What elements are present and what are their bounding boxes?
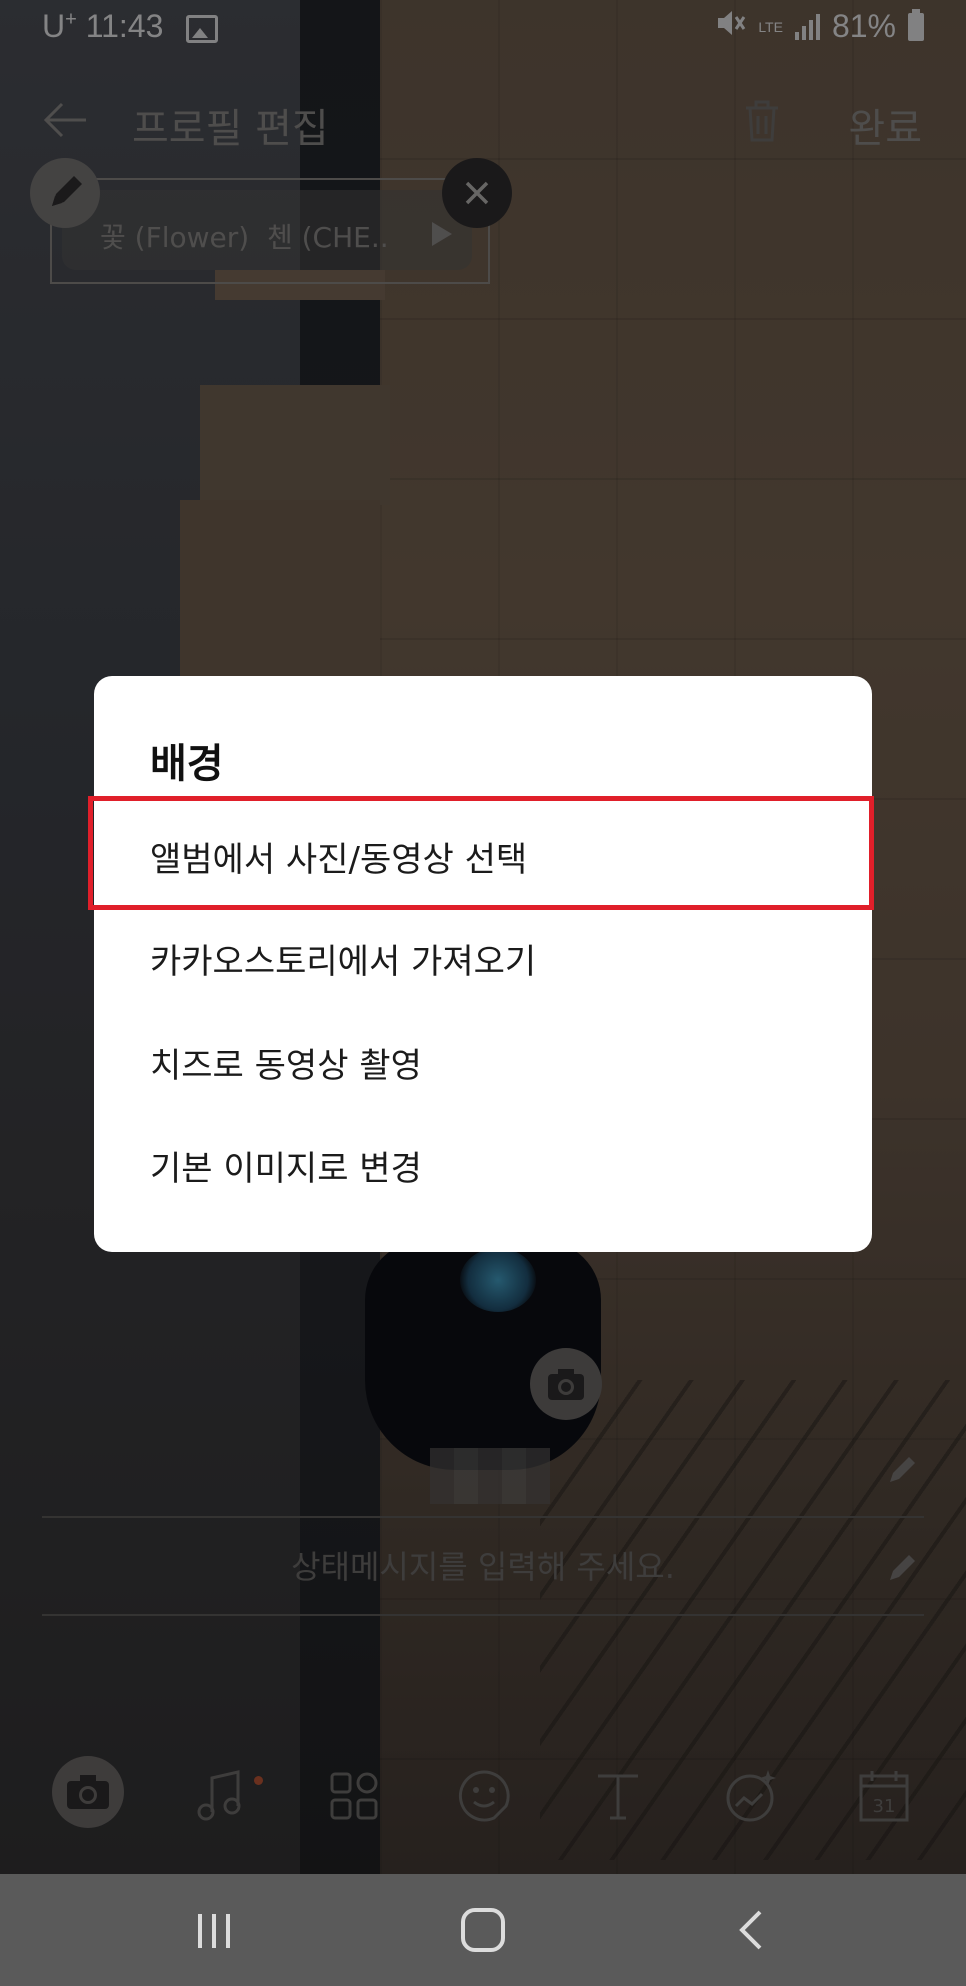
option-reset-default-image[interactable]: 기본 이미지로 변경 (94, 1109, 872, 1213)
dialog-title: 배경 (150, 741, 224, 787)
back-icon[interactable] (722, 1904, 782, 1956)
highlight-box (88, 796, 874, 910)
system-nav-bar (0, 1874, 966, 1986)
option-import-from-kakaostory[interactable]: 카카오스토리에서 가져오기 (94, 902, 872, 1006)
home-icon[interactable] (453, 1904, 513, 1956)
recent-apps-icon[interactable] (184, 1904, 244, 1956)
option-label: 치즈로 동영상 촬영 (150, 1046, 422, 1086)
option-label: 기본 이미지로 변경 (150, 1149, 422, 1189)
background-options-dialog: 배경 앨범에서 사진/동영상 선택 카카오스토리에서 가져오기 치즈로 동영상 … (94, 676, 872, 1252)
option-record-with-cheez[interactable]: 치즈로 동영상 촬영 (94, 1006, 872, 1110)
option-label: 카카오스토리에서 가져오기 (150, 942, 537, 982)
